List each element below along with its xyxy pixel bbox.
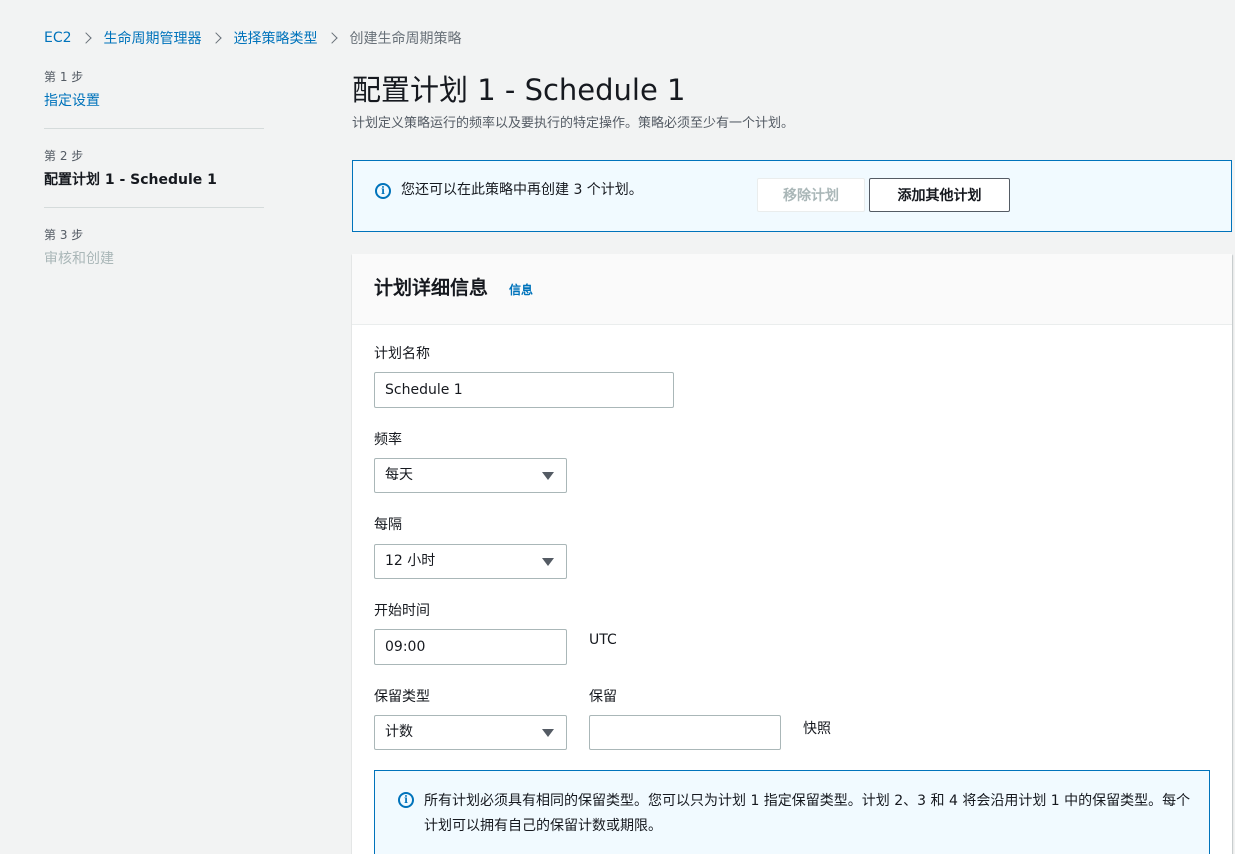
- chevron-right-icon: [79, 32, 92, 44]
- step-number: 第 1 步: [44, 70, 84, 84]
- utc-label: UTC: [589, 632, 617, 648]
- chevron-right-icon: [325, 32, 338, 44]
- retain-label: 保留: [589, 689, 617, 705]
- wizard-steps: 第 1 步 指定设置 第 2 步 配置计划 1 - Schedule 1 第 3…: [44, 68, 264, 304]
- retention-type-label: 保留类型: [374, 689, 430, 705]
- caret-down-icon: [542, 558, 554, 566]
- info-icon: i: [398, 792, 414, 808]
- frequency-label: 频率: [374, 432, 402, 448]
- retention-type-select[interactable]: 计数: [374, 715, 567, 750]
- page-description: 计划定义策略运行的频率以及要执行的特定操作。策略必须至少有一个计划。: [352, 116, 795, 131]
- retention-type-value: 计数: [385, 724, 413, 740]
- interval-label: 每隔: [374, 517, 402, 533]
- interval-value: 12 小时: [385, 553, 436, 569]
- breadcrumb-current: 创建生命周期策略: [349, 31, 462, 47]
- chevron-right-icon: [209, 32, 222, 44]
- retain-count-input[interactable]: [589, 715, 781, 750]
- schedule-details-panel: 计划详细信息 信息 计划名称 Schedule 1 频率 每天 每隔 12 小时…: [352, 254, 1232, 854]
- panel-title: 计划详细信息: [374, 277, 489, 299]
- add-schedule-button[interactable]: 添加其他计划: [869, 178, 1010, 212]
- remove-schedule-button[interactable]: 移除计划: [757, 178, 865, 212]
- frequency-select[interactable]: 每天: [374, 458, 567, 493]
- step-current-configure-schedule: 配置计划 1 - Schedule 1: [44, 172, 217, 188]
- caret-down-icon: [542, 472, 554, 480]
- step-2: 第 2 步 配置计划 1 - Schedule 1: [44, 147, 264, 208]
- step-1: 第 1 步 指定设置: [44, 68, 264, 129]
- schedule-name-input[interactable]: Schedule 1: [374, 372, 674, 408]
- page-title: 配置计划 1 - Schedule 1: [352, 73, 686, 107]
- step-number: 第 3 步: [44, 228, 84, 242]
- retention-note-text: 所有计划必须具有相同的保留类型。您可以只为计划 1 指定保留类型。计划 2、3 …: [424, 793, 1191, 834]
- breadcrumb-ec2[interactable]: EC2: [44, 30, 72, 46]
- schedule-info-alert: i 您还可以在此策略中再创建 3 个计划。 移除计划 添加其他计划: [352, 160, 1232, 232]
- info-icon: i: [375, 183, 391, 199]
- step-number: 第 2 步: [44, 149, 84, 163]
- panel-header: 计划详细信息 信息: [352, 254, 1232, 325]
- schedule-name-label: 计划名称: [374, 346, 430, 362]
- breadcrumb-lifecycle-manager[interactable]: 生命周期管理器: [104, 28, 202, 48]
- alert-text: 您还可以在此策略中再创建 3 个计划。: [401, 182, 643, 198]
- breadcrumb-select-policy-type[interactable]: 选择策略类型: [234, 28, 318, 48]
- step-3: 第 3 步 审核和创建: [44, 226, 264, 286]
- snapshots-label: 快照: [803, 721, 831, 737]
- frequency-value: 每天: [385, 467, 413, 483]
- interval-select[interactable]: 12 小时: [374, 544, 567, 579]
- breadcrumb: EC2 生命周期管理器 选择策略类型 创建生命周期策略: [44, 28, 462, 48]
- main-content: 配置计划 1 - Schedule 1 计划定义策略运行的频率以及要执行的特定操…: [352, 68, 1232, 854]
- step-review-create: 审核和创建: [44, 251, 114, 267]
- retention-info-alert: i 所有计划必须具有相同的保留类型。您可以只为计划 1 指定保留类型。计划 2、…: [374, 770, 1210, 854]
- caret-down-icon: [542, 729, 554, 737]
- step-link-specify-settings[interactable]: 指定设置: [44, 90, 264, 112]
- start-time-input[interactable]: 09:00: [374, 629, 567, 665]
- info-link[interactable]: 信息: [509, 281, 533, 298]
- start-time-label: 开始时间: [374, 603, 430, 619]
